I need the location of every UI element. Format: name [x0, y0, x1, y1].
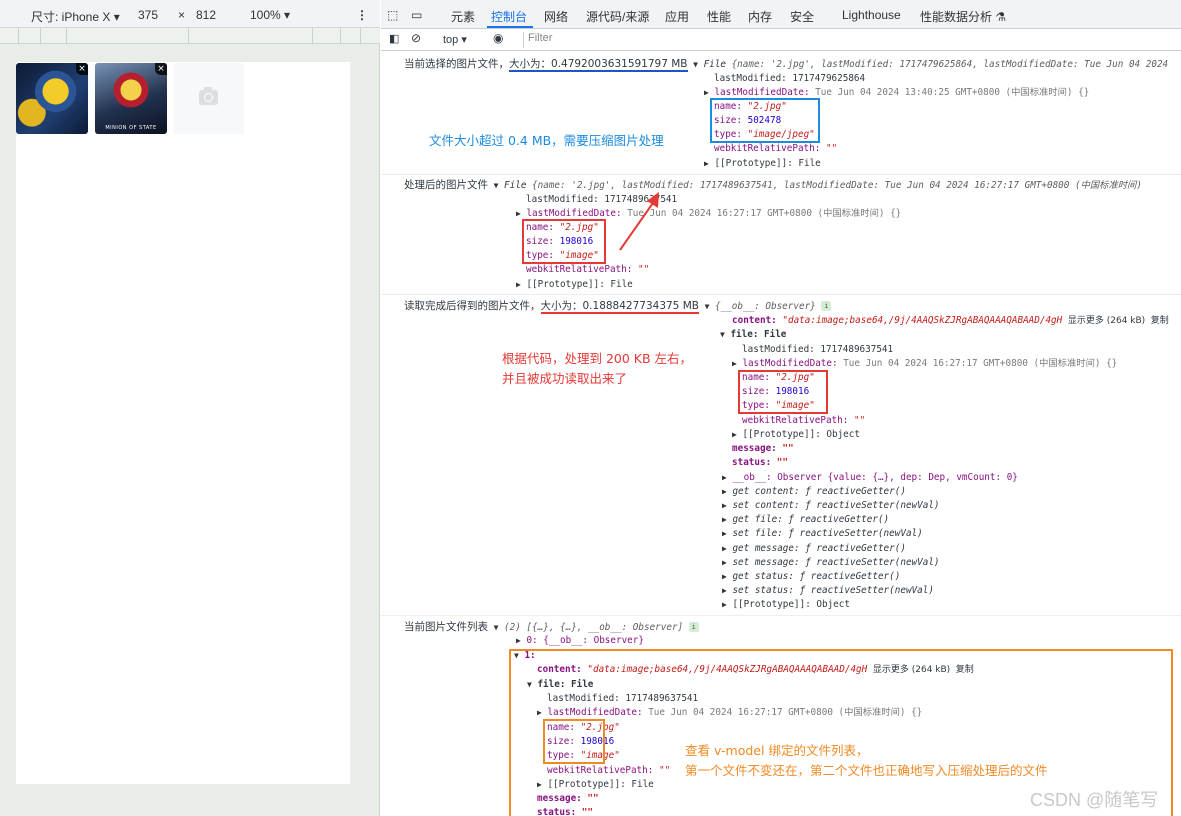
log3-file-prototype[interactable]: ▶ [[Prototype]]: Object	[732, 428, 860, 442]
device-toggle-icon[interactable]: ▭	[411, 8, 422, 22]
orange-annotation-line-2: 第一个文件不变还在，第二个文件也正确地写入压缩处理后的文件	[685, 763, 1048, 778]
tab-elements[interactable]: 元素	[451, 8, 475, 25]
remove-image-icon[interactable]: ×	[155, 63, 167, 75]
clear-console-icon[interactable]: ⊘	[411, 31, 421, 45]
tab-lighthouse[interactable]: Lighthouse	[842, 8, 901, 22]
log3-message: message: ""	[732, 443, 794, 454]
tab-performance[interactable]: 性能	[707, 8, 731, 25]
log3-file[interactable]: ▼ file: File	[720, 328, 786, 342]
red-annotation-line-2: 并且被成功读取出来了	[502, 371, 628, 386]
copy-link[interactable]: 复制	[1151, 316, 1169, 326]
tab-security[interactable]: 安全	[790, 8, 814, 25]
expand-triangle-icon[interactable]: ▼	[705, 302, 710, 311]
blue-highlight-box	[710, 98, 820, 143]
read-file-size: 大小为：0.1888427734375 MB	[540, 300, 699, 314]
upload-button[interactable]	[173, 63, 244, 134]
log3-set-status[interactable]: ▶ set status: ƒ reactiveSetter(newVal)	[722, 584, 934, 598]
log1-webkitrelativepath: webkitRelativePath: ""	[714, 143, 838, 154]
expand-triangle-icon[interactable]: ▼	[494, 623, 499, 632]
log3-set-message[interactable]: ▶ set message: ƒ reactiveSetter(newVal)	[722, 556, 940, 570]
log3-lastmodified: lastModified: 1717489637541	[742, 344, 894, 355]
log2-webkitrelativepath: webkitRelativePath: ""	[526, 264, 650, 275]
log3-get-status[interactable]: ▶ get status: ƒ reactiveGetter()	[722, 570, 900, 584]
context-select[interactable]: top ▾	[443, 33, 467, 46]
inspect-element-icon[interactable]: ⬚	[387, 8, 398, 22]
log1-prototype[interactable]: ▶ [[Prototype]]: File	[704, 157, 821, 171]
uploaded-image-thumbnail[interactable]: ×	[16, 63, 88, 134]
tab-console[interactable]: 控制台	[491, 8, 527, 25]
red-highlight-box	[738, 370, 828, 414]
tab-sources[interactable]: 源代码/来源	[586, 8, 649, 25]
devtools-tabbar: ⬚ ▭ 元素 控制台 网络 源代码/来源 应用 性能 内存 安全 Lightho…	[381, 0, 1181, 29]
sidebar-toggle-icon[interactable]: ◧	[389, 32, 399, 45]
console-toolbar: ◧ ⊘ top ▾ ◉ Filter	[381, 29, 1181, 51]
log3-status: status: ""	[732, 457, 788, 468]
log4-item-0[interactable]: ▶ 0: {__ob__: Observer}	[516, 634, 644, 648]
selected-file-size: 大小为：0.4792003631591797 MB	[509, 58, 688, 72]
log1-lastmodified: lastModified: 1717479625864	[714, 73, 866, 84]
log3-object-prototype[interactable]: ▶ [[Prototype]]: Object	[722, 598, 850, 612]
device-emulation-pane: 尺寸: iPhone X ▾ 375 × 812 100% ▾ ⋮ × × MI…	[0, 0, 380, 816]
console-log-1: 当前选择的图片文件，大小为：0.4792003631591797 MB ▼ Fi…	[404, 58, 1169, 72]
thumbnail-caption: MINION OF STATE	[105, 125, 157, 131]
tab-performance-insights[interactable]: 性能数据分析 ⚗	[920, 8, 1006, 25]
console-log-4: 当前图片文件列表 ▼ (2) [{…}, {…}, __ob__: Observ…	[404, 620, 699, 635]
times-sign: ×	[178, 8, 186, 22]
remove-image-icon[interactable]: ×	[76, 63, 88, 75]
log3-get-content[interactable]: ▶ get content: ƒ reactiveGetter()	[722, 485, 906, 499]
orange-small-highlight-box	[543, 719, 605, 764]
expand-triangle-icon[interactable]: ▼	[494, 181, 499, 190]
red-highlight-box	[522, 219, 606, 264]
filter-input[interactable]: Filter	[523, 32, 1178, 48]
device-toolbar: 尺寸: iPhone X ▾ 375 × 812 100% ▾ ⋮	[0, 0, 380, 28]
tab-application[interactable]: 应用	[665, 8, 689, 25]
height-input[interactable]: 812	[196, 8, 216, 22]
red-annotation-line-1: 根据代码，处理到 200 KB 左右，	[502, 351, 693, 366]
log3-set-content[interactable]: ▶ set content: ƒ reactiveSetter(newVal)	[722, 499, 940, 513]
log3-content: content: "data:image;base64,/9j/4AAQSkZJ…	[732, 315, 1169, 326]
log3-set-file[interactable]: ▶ set file: ƒ reactiveSetter(newVal)	[722, 527, 923, 541]
width-input[interactable]: 375	[138, 8, 158, 22]
blue-annotation: 文件大小超过 0.4 MB，需要压缩图片处理	[429, 133, 664, 148]
log3-get-file[interactable]: ▶ get file: ƒ reactiveGetter()	[722, 513, 889, 527]
csdn-watermark: CSDN @随笔写	[1030, 790, 1159, 810]
tab-network[interactable]: 网络	[544, 8, 568, 25]
expand-triangle-icon[interactable]: ▼	[693, 60, 698, 69]
show-more-link[interactable]: 显示更多 (264 kB)	[1068, 316, 1145, 326]
log3-get-message[interactable]: ▶ get message: ƒ reactiveGetter()	[722, 542, 906, 556]
log3-lastmodifieddate[interactable]: ▶ lastModifiedDate: Tue Jun 04 2024 16:2…	[732, 357, 1117, 371]
active-tab-indicator	[487, 26, 533, 28]
console-log-2: 处理后的图片文件 ▼ File {name: '2.jpg', lastModi…	[404, 179, 1142, 191]
tab-memory[interactable]: 内存	[748, 8, 772, 25]
more-options-icon[interactable]: ⋮	[356, 8, 368, 22]
media-query-ruler	[0, 28, 380, 44]
info-badge-icon: i	[688, 622, 699, 632]
phone-viewport	[16, 62, 350, 784]
uploaded-image-thumbnail[interactable]: × MINION OF STATE	[95, 63, 167, 134]
console-log-3: 读取完成后得到的图片文件，大小为：0.1888427734375 MB ▼ {_…	[404, 299, 832, 314]
device-select[interactable]: 尺寸: iPhone X ▾	[31, 8, 120, 25]
log3-ob[interactable]: ▶ __ob__: Observer {value: {…}, dep: Dep…	[722, 471, 1018, 485]
info-badge-icon: i	[821, 301, 832, 311]
zoom-select[interactable]: 100% ▾	[250, 8, 290, 22]
orange-annotation-line-1: 查看 v-model 绑定的文件列表，	[685, 743, 869, 758]
log3-webkitrelativepath: webkitRelativePath: ""	[742, 415, 866, 426]
log2-prototype[interactable]: ▶ [[Prototype]]: File	[516, 278, 633, 292]
red-arrow-icon	[619, 192, 659, 251]
camera-icon	[199, 87, 218, 105]
live-expression-eye-icon[interactable]: ◉	[493, 31, 503, 45]
